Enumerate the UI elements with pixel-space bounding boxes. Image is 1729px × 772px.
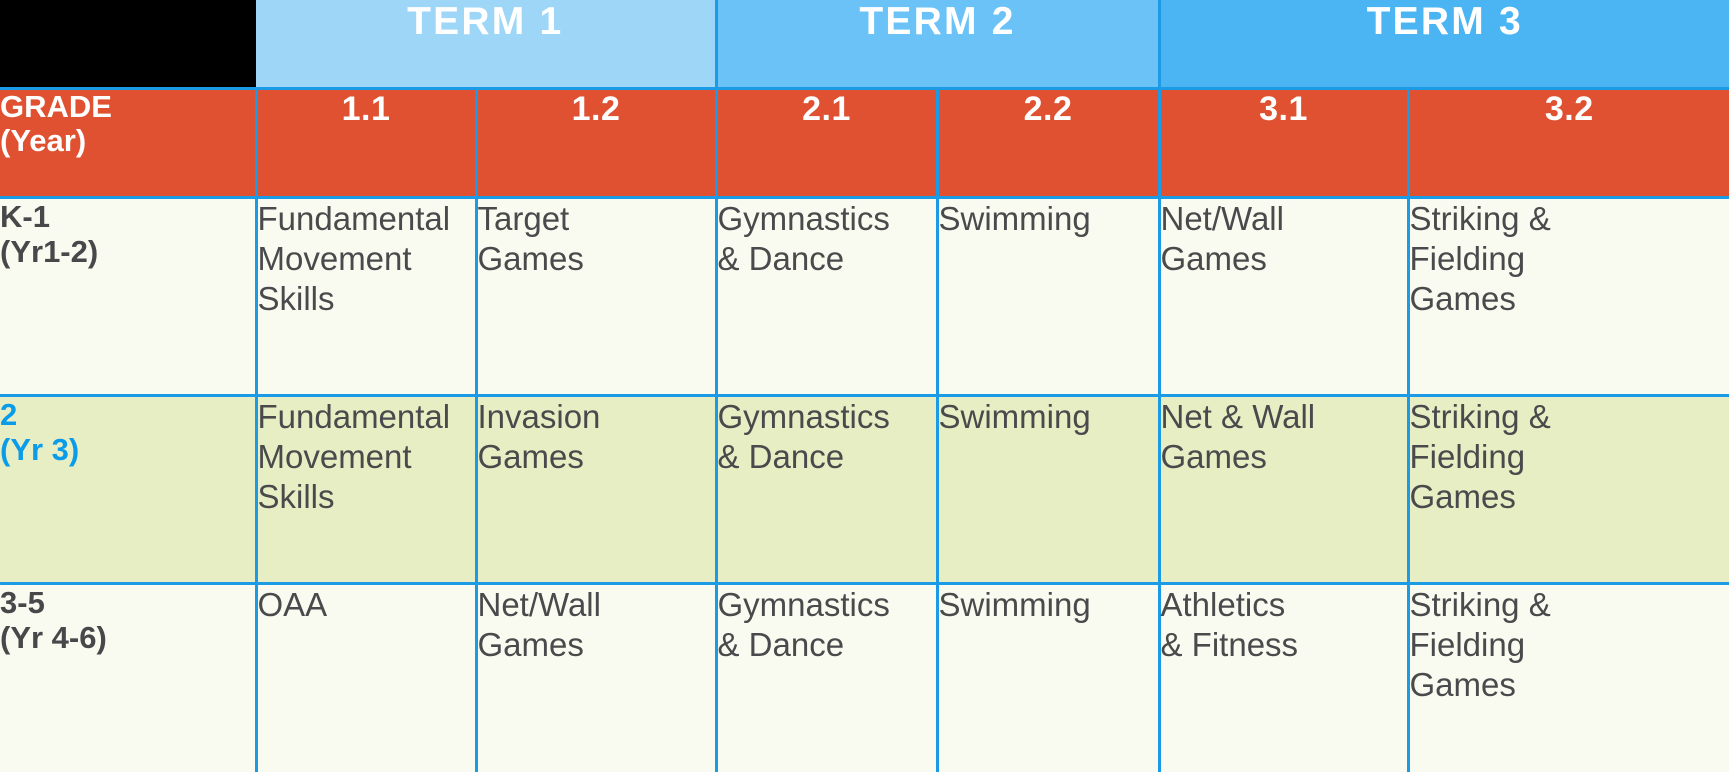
cell-k1-1-2: Target Games <box>476 197 718 397</box>
table-row-highlighted: 2 (Yr 3) Fundamental Movement Skills Inv… <box>0 395 1729 585</box>
grade-label-k1: K-1 (Yr1-2) <box>0 197 258 397</box>
cell-g2-3-2: Striking & Fielding Games <box>1408 395 1729 585</box>
unit-header-3-2: 3.2 <box>1408 88 1729 199</box>
grade-label-2: 2 (Yr 3) <box>0 395 258 585</box>
unit-header-1-2: 1.2 <box>476 88 718 199</box>
grade-label-line2: (Yr1-2) <box>0 233 99 269</box>
unit-header-row: GRADE (Year) 1.1 1.2 2.1 2.2 3.1 3.2 <box>0 86 1729 199</box>
unit-header-1-1: 1.1 <box>256 88 478 199</box>
pe-curriculum-map: TERM 1 TERM 2 TERM 3 GRADE (Year) 1.1 1.… <box>0 0 1729 772</box>
unit-header-2-1: 2.1 <box>716 88 939 199</box>
grade-label-35: 3-5 (Yr 4-6) <box>0 583 258 772</box>
cell-g35-3-1: Athletics & Fitness <box>1159 583 1410 772</box>
cell-g35-2-2: Swimming <box>937 583 1161 772</box>
cell-k1-3-1: Net/Wall Games <box>1159 197 1410 397</box>
cell-g2-2-1: Gymnastics & Dance <box>716 395 939 585</box>
corner-blank-cell <box>0 0 256 88</box>
curriculum-table: TERM 1 TERM 2 TERM 3 GRADE (Year) 1.1 1.… <box>0 0 1729 772</box>
cell-g35-1-2: Net/Wall Games <box>476 583 718 772</box>
grade-header-cell: GRADE (Year) <box>0 86 258 199</box>
cell-k1-3-2: Striking & Fielding Games <box>1408 197 1729 397</box>
cell-g2-2-2: Swimming <box>937 395 1161 585</box>
unit-header-2-2: 2.2 <box>937 88 1161 199</box>
grade-label-line2: (Yr 4-6) <box>0 619 107 655</box>
table-row: 3-5 (Yr 4-6) OAA Net/Wall Games Gymnasti… <box>0 583 1729 772</box>
grade-header-line1: GRADE <box>0 88 112 124</box>
cell-g2-1-1: Fundamental Movement Skills <box>256 395 478 585</box>
term-header-1: TERM 1 <box>256 0 718 90</box>
cell-g2-1-2: Invasion Games <box>476 395 718 585</box>
grade-label-line1: 3-5 <box>0 584 45 620</box>
cell-k1-1-1: Fundamental Movement Skills <box>256 197 478 397</box>
grade-label-line1: 2 <box>0 396 18 432</box>
cell-g35-1-1: OAA <box>256 583 478 772</box>
cell-k1-2-2: Swimming <box>937 197 1161 397</box>
grade-label-line1: K-1 <box>0 198 50 234</box>
cell-g35-2-1: Gymnastics & Dance <box>716 583 939 772</box>
term-header-2: TERM 2 <box>716 0 1161 90</box>
term-header-3: TERM 3 <box>1159 0 1729 90</box>
term-header-row: TERM 1 TERM 2 TERM 3 <box>0 0 1729 90</box>
cell-g2-3-1: Net & Wall Games <box>1159 395 1410 585</box>
cell-g35-3-2: Striking & Fielding Games <box>1408 583 1729 772</box>
unit-header-3-1: 3.1 <box>1159 88 1410 199</box>
cell-k1-2-1: Gymnastics & Dance <box>716 197 939 397</box>
grade-header-line2: (Year) <box>0 123 87 159</box>
table-row: K-1 (Yr1-2) Fundamental Movement Skills … <box>0 197 1729 397</box>
grade-label-line2: (Yr 3) <box>0 431 80 467</box>
